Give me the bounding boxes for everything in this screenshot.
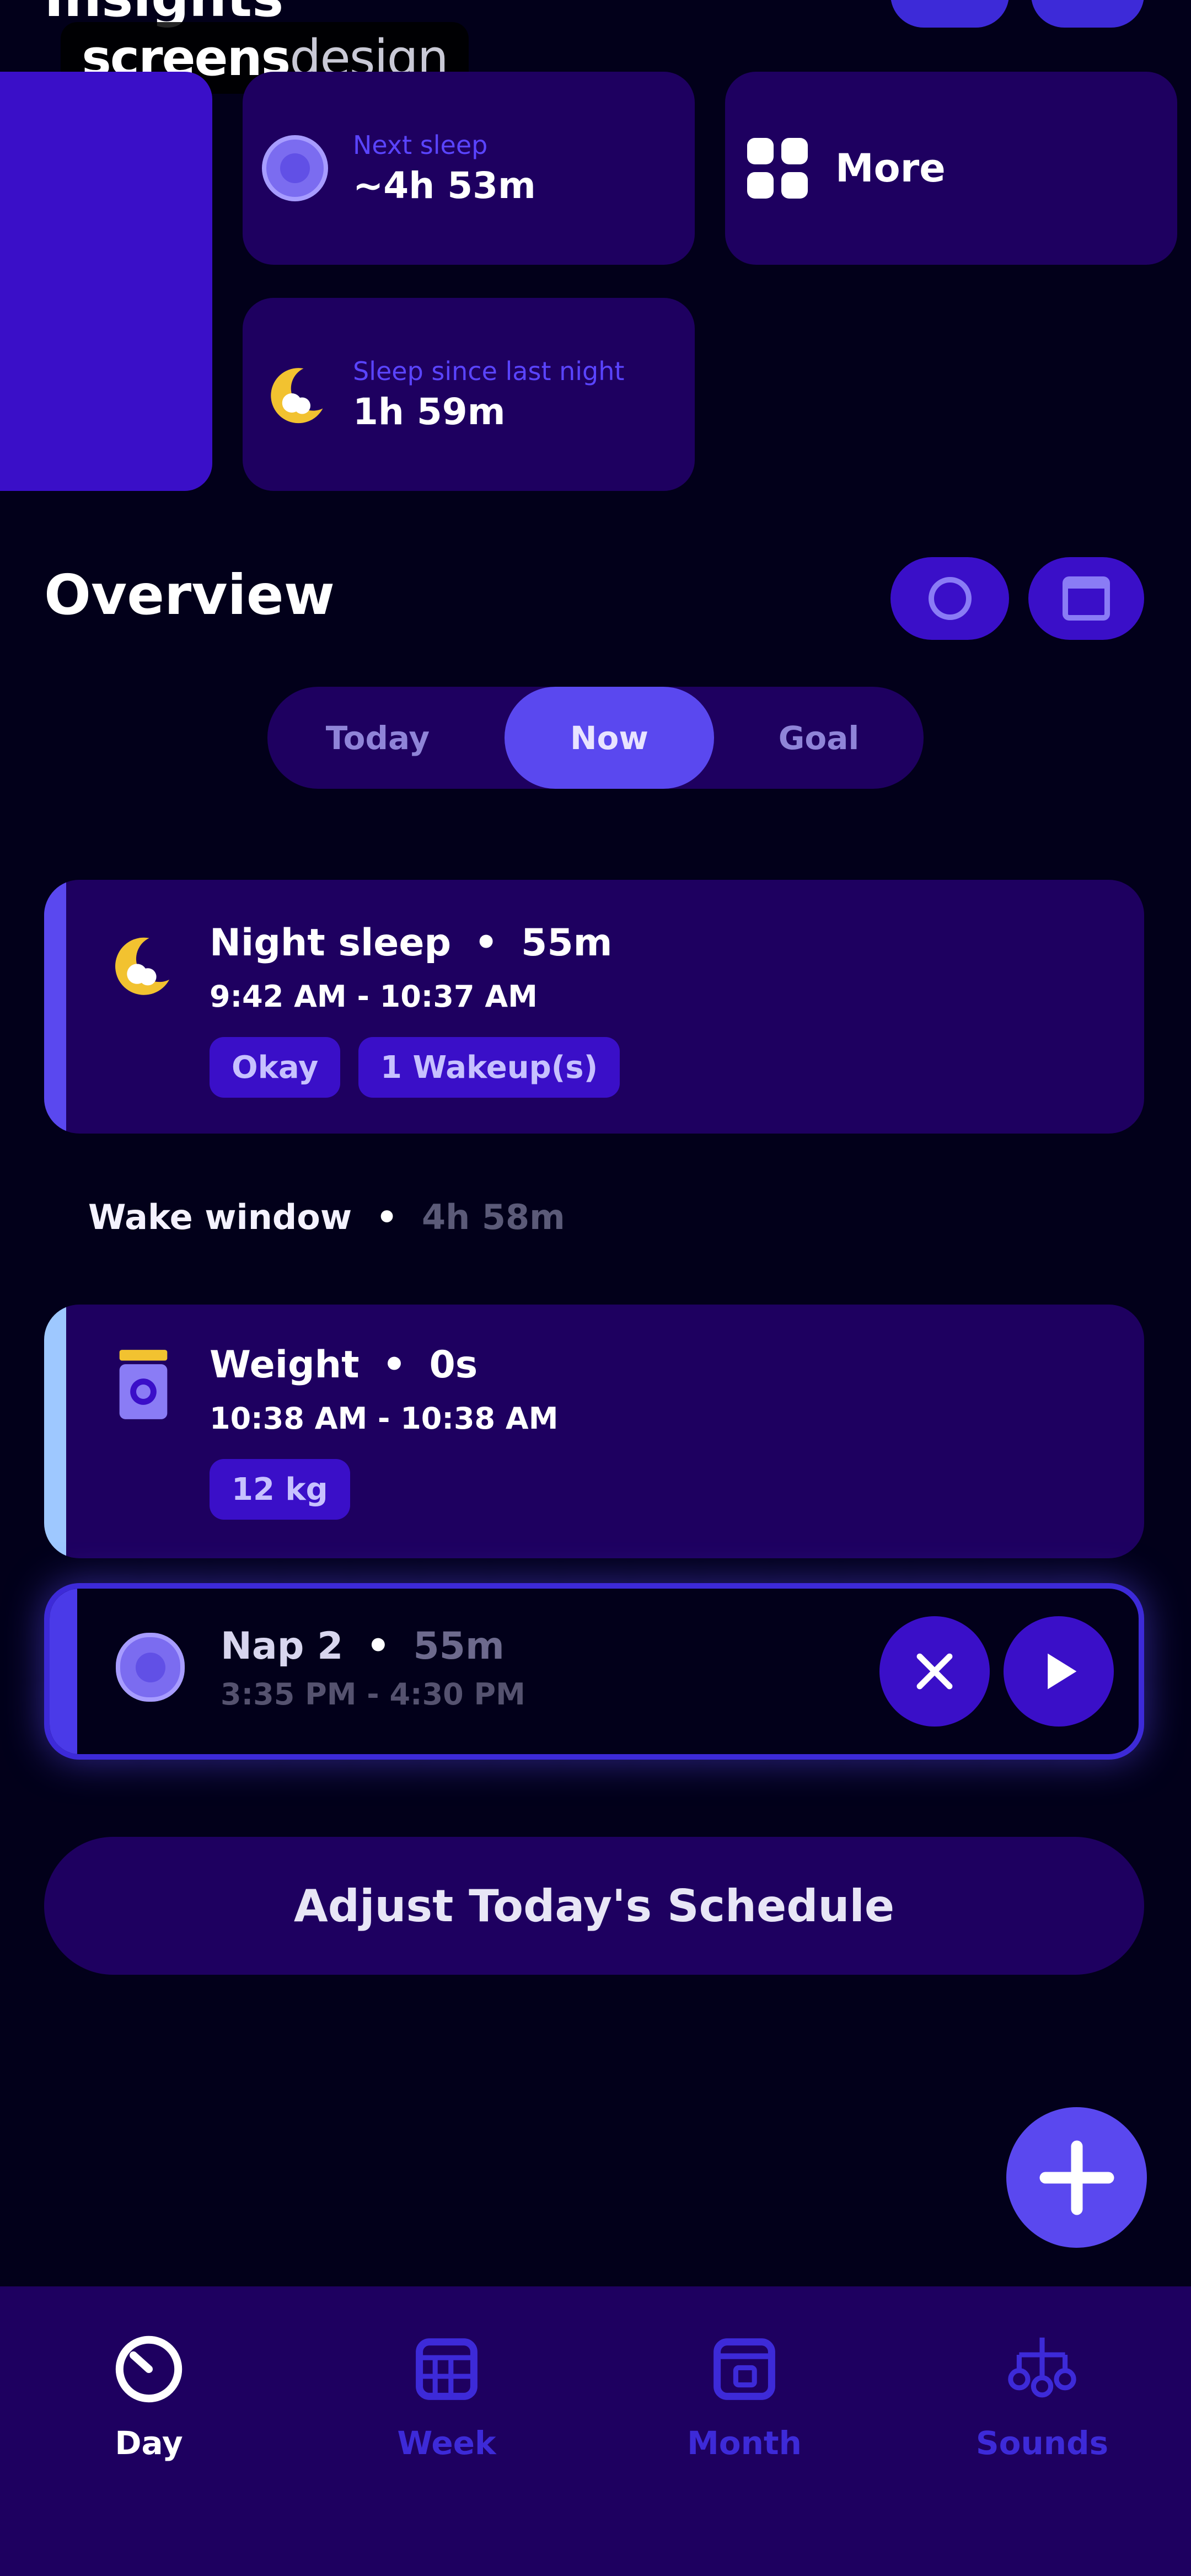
calendar-button[interactable] xyxy=(1028,557,1144,640)
night-sleep-card[interactable]: Night sleep • 55m 9:42 AM - 10:37 AM Oka… xyxy=(44,880,1144,1134)
tab-goal[interactable]: Goal xyxy=(736,687,902,789)
nav-sounds[interactable]: Sounds xyxy=(893,2320,1191,2540)
weight-accent xyxy=(44,1305,66,1558)
nap-moon-icon xyxy=(259,132,331,204)
plus-icon xyxy=(1039,2140,1114,2215)
night-moon-icon xyxy=(105,929,176,1003)
separator-dot: • xyxy=(366,1624,390,1668)
insight-highlight-tile[interactable] xyxy=(0,72,212,491)
week-calendar-icon xyxy=(408,2331,485,2408)
wake-window-row: Wake window • 4h 58m xyxy=(88,1197,565,1237)
nap-accent xyxy=(50,1589,77,1754)
tips-button[interactable] xyxy=(890,0,1009,28)
quality-tag: Okay xyxy=(210,1037,341,1098)
weight-tag: 12 kg xyxy=(210,1459,350,1520)
weight-title: Weight xyxy=(210,1343,360,1387)
add-entry-button[interactable] xyxy=(1006,2107,1147,2248)
active-nap-card[interactable]: Nap 2 • 55m 3:35 PM - 4:30 PM xyxy=(44,1583,1144,1760)
night-sleep-title-row: Night sleep • 55m xyxy=(210,921,613,965)
night-sleep-accent xyxy=(44,880,66,1134)
nap-title-row: Nap 2 • 55m xyxy=(221,1624,505,1668)
nap-title: Nap 2 xyxy=(221,1624,344,1668)
tab-today[interactable]: Today xyxy=(289,687,466,789)
separator-dot: • xyxy=(474,921,498,965)
nav-day[interactable]: Day xyxy=(0,2320,298,2540)
night-sleep-duration: 55m xyxy=(521,921,613,965)
history-button[interactable] xyxy=(890,557,1009,640)
layout-button[interactable] xyxy=(1031,0,1144,28)
next-sleep-card[interactable]: Next sleep ~4h 53m xyxy=(243,72,695,265)
nav-sounds-label: Sounds xyxy=(975,2424,1109,2462)
wake-window-label: Wake window xyxy=(88,1197,352,1237)
weight-duration: 0s xyxy=(429,1343,478,1387)
history-icon xyxy=(928,577,972,620)
bottom-nav: Day Week Month Sounds xyxy=(0,2286,1191,2576)
nap-time: 3:35 PM - 4:30 PM xyxy=(221,1677,525,1712)
wakeups-tag: 1 Wakeup(s) xyxy=(358,1037,620,1098)
next-sleep-label: Next sleep xyxy=(353,130,488,160)
more-card[interactable]: More xyxy=(725,72,1177,265)
calendar-icon xyxy=(1063,576,1110,621)
sleep-since-label: Sleep since last night xyxy=(353,356,625,386)
nav-day-label: Day xyxy=(115,2424,183,2462)
nav-week-label: Week xyxy=(397,2424,496,2462)
close-icon xyxy=(916,1653,953,1690)
wake-window-value: 4h 58m xyxy=(421,1197,565,1237)
nap-duration: 55m xyxy=(413,1624,505,1668)
nav-week[interactable]: Week xyxy=(298,2320,596,2540)
play-icon xyxy=(1048,1653,1077,1690)
next-sleep-value: ~4h 53m xyxy=(353,164,536,207)
sleep-since-card[interactable]: Sleep since last night 1h 59m xyxy=(243,298,695,491)
month-calendar-icon xyxy=(706,2331,783,2408)
scale-icon xyxy=(116,1349,171,1423)
separator-dot: • xyxy=(382,1343,406,1387)
grid-icon xyxy=(742,132,813,204)
weight-card[interactable]: Weight • 0s 10:38 AM - 10:38 AM 12 kg xyxy=(44,1305,1144,1558)
night-moon-icon xyxy=(259,359,331,430)
overview-title: Overview xyxy=(44,563,335,627)
weight-time: 10:38 AM - 10:38 AM xyxy=(210,1401,559,1436)
dismiss-nap-button[interactable] xyxy=(879,1616,990,1727)
overview-segmented-control: Today Now Goal xyxy=(267,687,924,789)
stopwatch-icon xyxy=(110,2331,187,2408)
tab-now[interactable]: Now xyxy=(505,687,714,789)
sleep-since-value: 1h 59m xyxy=(353,390,506,433)
separator-dot: • xyxy=(375,1197,398,1237)
start-nap-button[interactable] xyxy=(1004,1616,1114,1727)
night-sleep-title: Night sleep xyxy=(210,921,452,965)
nap-moon-icon xyxy=(116,1633,185,1702)
night-sleep-time: 9:42 AM - 10:37 AM xyxy=(210,979,538,1014)
adjust-schedule-button[interactable]: Adjust Today's Schedule xyxy=(44,1837,1144,1975)
nav-month-label: Month xyxy=(687,2424,802,2462)
nav-month[interactable]: Month xyxy=(596,2320,893,2540)
more-label: More xyxy=(835,146,946,191)
mobile-toy-icon xyxy=(1004,2331,1081,2408)
weight-title-row: Weight • 0s xyxy=(210,1343,478,1387)
